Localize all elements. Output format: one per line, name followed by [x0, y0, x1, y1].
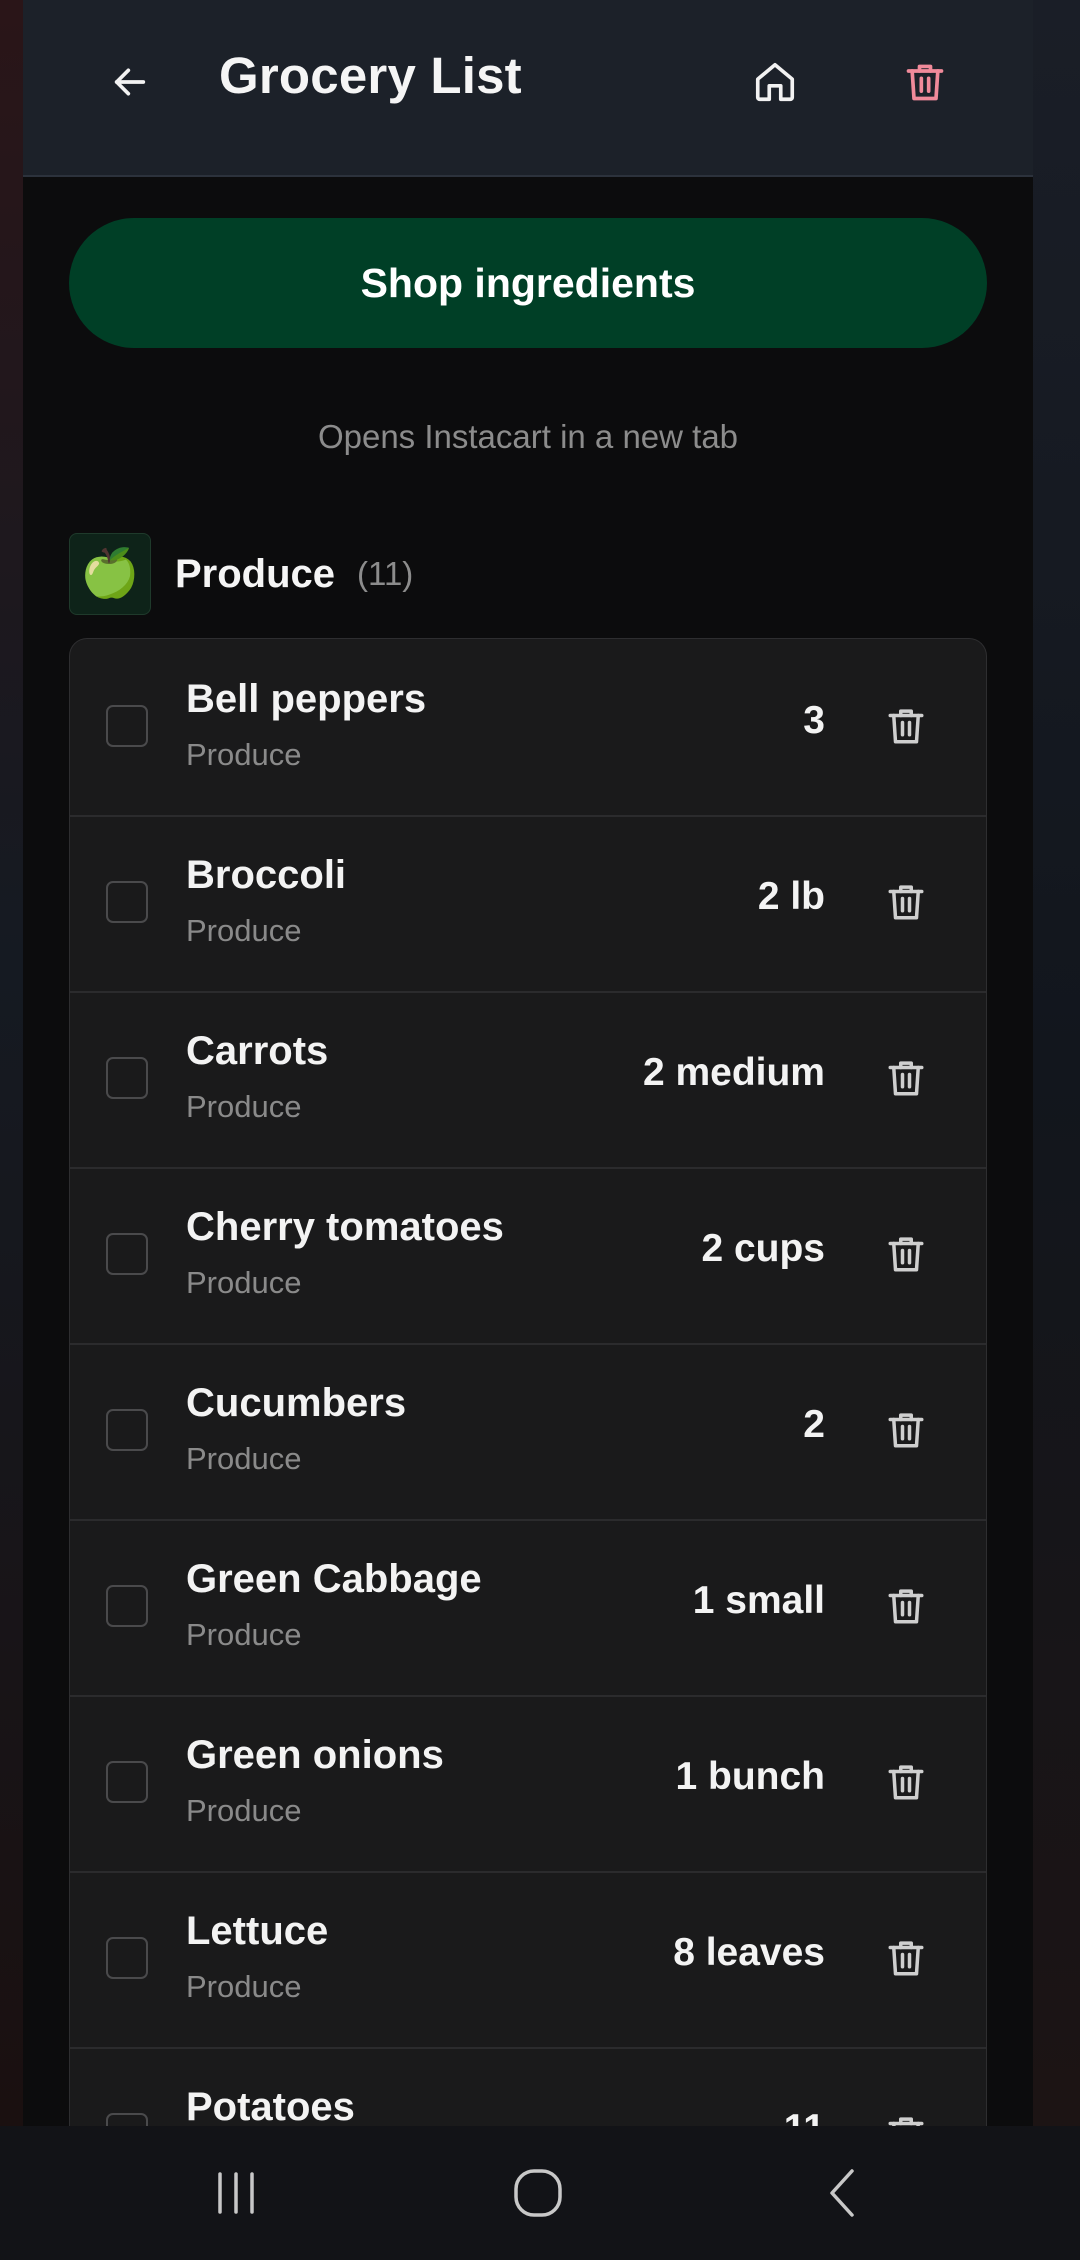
trash-icon [906, 64, 944, 101]
back-button[interactable] [85, 37, 175, 127]
item-category: Produce [186, 913, 302, 948]
list-item[interactable]: Potatoes 11 [70, 2047, 986, 2126]
grocery-app: Grocery List Shop ingredients Opens Inst… [23, 0, 1033, 2126]
page-title: Grocery List [219, 47, 522, 104]
item-name: Potatoes [186, 2085, 355, 2126]
instacart-note: Opens Instacart in a new tab [317, 418, 739, 455]
home-button[interactable] [730, 37, 820, 127]
trash-icon [888, 1413, 924, 1448]
item-quantity: 1 bunch [675, 1755, 825, 1798]
delete-item-button[interactable] [876, 872, 936, 932]
item-checkbox[interactable] [106, 1585, 148, 1627]
list-item[interactable]: Bell peppers Produce 3 [70, 639, 986, 817]
system-navigation-bar [0, 2126, 1080, 2260]
trash-icon [888, 1237, 924, 1272]
list-item[interactable]: Cucumbers Produce 2 [70, 1343, 986, 1521]
item-quantity: 8 leaves [673, 1931, 825, 1974]
delete-item-button[interactable] [876, 1224, 936, 1284]
item-checkbox[interactable] [106, 881, 148, 923]
list-item[interactable]: Carrots Produce 2 medium [70, 991, 986, 1169]
item-quantity: 2 lb [757, 875, 825, 918]
item-name: Lettuce [186, 1909, 329, 1953]
app-header: Grocery List [23, 0, 1033, 177]
arrow-left-icon [114, 68, 146, 96]
item-name: Carrots [186, 1029, 329, 1073]
trash-icon [888, 1589, 924, 1624]
recent-apps-button[interactable] [176, 2148, 296, 2238]
item-checkbox[interactable] [106, 1233, 148, 1275]
delete-item-button[interactable] [876, 2104, 936, 2126]
list-item[interactable]: Green onions Produce 1 bunch [70, 1695, 986, 1873]
item-quantity: 3 [803, 699, 825, 742]
item-checkbox[interactable] [106, 2113, 148, 2126]
item-name: Bell peppers [186, 677, 427, 721]
list-item[interactable]: Cherry tomatoes Produce 2 cups [70, 1167, 986, 1345]
delete-item-button[interactable] [876, 1048, 936, 1108]
item-checkbox[interactable] [106, 1409, 148, 1451]
item-quantity: 2 [803, 1403, 825, 1446]
list-item[interactable]: Green Cabbage Produce 1 small [70, 1519, 986, 1697]
item-quantity: 2 cups [701, 1227, 825, 1270]
item-quantity: 2 medium [642, 1051, 825, 1094]
grocery-items-list: Bell peppers Produce 3 Broccoli Produce … [69, 638, 987, 2126]
category-count: (11) [357, 555, 414, 592]
item-category: Produce [186, 1089, 302, 1124]
delete-item-button[interactable] [876, 1400, 936, 1460]
item-category: Produce [186, 1441, 302, 1476]
item-name: Green onions [186, 1733, 444, 1777]
trash-icon [888, 1941, 924, 1976]
trash-icon [888, 885, 924, 920]
item-checkbox[interactable] [106, 1937, 148, 1979]
item-checkbox[interactable] [106, 1761, 148, 1803]
trash-icon [888, 1765, 924, 1800]
item-category: Produce [186, 737, 302, 772]
delete-item-button[interactable] [876, 1752, 936, 1812]
item-quantity: 1 small [692, 1579, 825, 1622]
item-checkbox[interactable] [106, 1057, 148, 1099]
recent-apps-icon [218, 2172, 254, 2214]
home-icon [755, 62, 795, 102]
item-category: Produce [186, 1969, 302, 2004]
home-circle-icon [514, 2169, 562, 2217]
trash-icon [888, 709, 924, 744]
item-checkbox[interactable] [106, 705, 148, 747]
item-name: Cherry tomatoes [186, 1205, 504, 1249]
delete-item-button[interactable] [876, 1928, 936, 1988]
chevron-left-icon [830, 2169, 854, 2217]
trash-icon [888, 2117, 924, 2126]
item-quantity: 11 [784, 2107, 825, 2126]
item-category: Produce [186, 1265, 302, 1300]
item-category: Produce [186, 1617, 302, 1652]
item-name: Green Cabbage [186, 1557, 482, 1601]
category-header[interactable]: 🍏 Produce (11) [69, 533, 413, 615]
system-back-button[interactable] [782, 2148, 902, 2238]
system-home-button[interactable] [478, 2148, 598, 2238]
list-item[interactable]: Broccoli Produce 2 lb [70, 815, 986, 993]
background-edge-right [1033, 0, 1080, 2126]
list-item[interactable]: Lettuce Produce 8 leaves [70, 1871, 986, 2049]
trash-icon [888, 1061, 924, 1096]
shop-ingredients-button[interactable]: Shop ingredients [69, 218, 987, 348]
apple-icon: 🍏 [69, 533, 151, 615]
clear-list-button[interactable] [880, 37, 970, 127]
category-name: Produce [175, 551, 336, 596]
delete-item-button[interactable] [876, 1576, 936, 1636]
delete-item-button[interactable] [876, 696, 936, 756]
background-edge-left [0, 0, 23, 2126]
item-name: Broccoli [186, 853, 347, 897]
item-category: Produce [186, 1793, 302, 1828]
item-name: Cucumbers [186, 1381, 407, 1425]
